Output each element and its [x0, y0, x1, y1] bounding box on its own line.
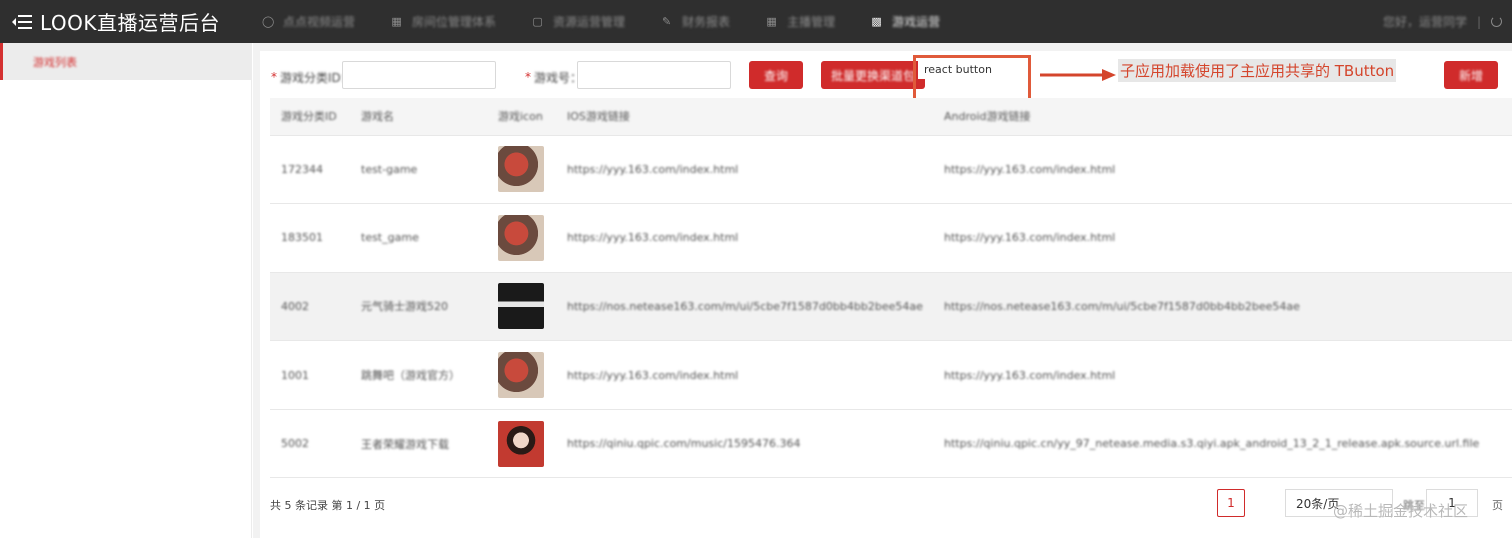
cell-name: 王者荣耀游戏下载 [350, 409, 487, 479]
game-icon-image [498, 283, 544, 330]
cell-id: 183501 [270, 203, 350, 273]
nav-item-resource-ops[interactable]: ▢ 资源运营管理 [532, 13, 625, 30]
watermark: @稀土掘金技术社区 [1333, 502, 1469, 520]
sidebar-item-label: 游戏列表 [33, 55, 77, 69]
main-nav: ◯ 点点视频运营 ▦ 房间位管理体系 ▢ 资源运营管理 ✎ 财务报表 ▦ 主播管… [262, 0, 976, 43]
table-row[interactable]: 172344 test-game https://yyy.163.com/ind… [270, 135, 1512, 205]
top-navigation-bar: LOOK直播运营后台 ◯ 点点视频运营 ▦ 房间位管理体系 ▢ 资源运营管理 ✎… [0, 0, 1512, 43]
user-greeting[interactable]: 您好，运营同学 [1383, 13, 1467, 30]
grid-icon: ▦ [766, 15, 777, 28]
table-row[interactable]: 4002 元气骑士游戏520 https://nos.netease163.co… [270, 272, 1512, 342]
goto-unit: 页 [1492, 499, 1503, 512]
logout-icon[interactable] [1491, 16, 1502, 27]
game-icon-image [498, 352, 544, 399]
cell-icon [487, 135, 556, 205]
cell-icon [487, 409, 556, 479]
field1-label: * 游戏分类ID： [271, 70, 353, 85]
pagination-total: 共 5 条记录 第 1 / 1 页 [270, 499, 386, 512]
sidebar: 游戏列表 [0, 43, 252, 538]
annotation-arrow-icon [1040, 69, 1116, 81]
col-game-name: 游戏名 [350, 98, 487, 136]
table-row[interactable]: 1001 跳舞吧（游戏官方） https://yyy.163.com/index… [270, 340, 1512, 410]
nav-item-game-ops[interactable]: ▩ 游戏运营 [871, 13, 940, 30]
cell-android: https://yyy.163.com/index.html [933, 340, 1512, 410]
table-row[interactable]: 183501 test_game https://yyy.163.com/ind… [270, 203, 1512, 273]
nav-item-finance[interactable]: ✎ 财务报表 [661, 13, 730, 30]
table-header-row: 游戏分类ID 游戏名 游戏icon IOS游戏链接 Android游戏链接 [270, 98, 1512, 136]
nav-item-video-ops[interactable]: ◯ 点点视频运营 [262, 13, 355, 30]
cell-android: https://yyy.163.com/index.html [933, 135, 1512, 205]
add-button[interactable]: 新增 [1444, 61, 1498, 89]
grid-icon: ▦ [391, 15, 402, 28]
user-area: 您好，运营同学 | [1383, 0, 1512, 43]
cell-android: https://yyy.163.com/index.html [933, 203, 1512, 273]
annotation-text: 子应用加载使用了主应用共享的 TButton [1118, 59, 1397, 82]
game-number-input[interactable] [577, 61, 731, 89]
nav-item-anchor[interactable]: ▦ 主播管理 [766, 13, 835, 30]
cell-ios: https://qiniu.qpic.com/music/1595476.364 [556, 409, 933, 479]
cell-id: 4002 [270, 272, 350, 342]
main-content: * 游戏分类ID： * 游戏号： 查询 批量更换渠道包 react button 子… [253, 43, 1512, 538]
nav-item-room-system[interactable]: ▦ 房间位管理体系 [391, 13, 496, 30]
game-category-id-input[interactable] [342, 61, 496, 89]
brand: LOOK直播运营后台 [12, 0, 220, 43]
cell-id: 5002 [270, 409, 350, 479]
col-category-id: 游戏分类ID [270, 98, 350, 136]
cell-name: 跳舞吧（游戏官方） [350, 340, 487, 410]
cell-ios: https://yyy.163.com/index.html [556, 203, 933, 273]
cell-icon [487, 272, 556, 342]
cell-android: https://nos.netease163.com/m/ui/5cbe7f15… [933, 272, 1512, 342]
game-icon-image [498, 420, 544, 467]
menu-fold-icon[interactable] [12, 14, 32, 30]
col-game-icon: 游戏icon [487, 98, 556, 136]
cell-ios: https://nos.netease163.com/m/ui/5cbe7f15… [556, 272, 933, 342]
cell-ios: https://yyy.163.com/index.html [556, 135, 933, 205]
col-android-link: Android游戏链接 [933, 98, 1512, 136]
table-row[interactable]: 5002 王者荣耀游戏下载 https://qiniu.qpic.com/mus… [270, 409, 1512, 479]
react-button[interactable]: react button [918, 59, 1023, 79]
cell-icon [487, 203, 556, 273]
cell-name: 元气骑士游戏520 [350, 272, 487, 342]
cell-id: 1001 [270, 340, 350, 410]
page-number-button[interactable]: 1 [1217, 489, 1245, 517]
cell-ios: https://yyy.163.com/index.html [556, 340, 933, 410]
game-table: 游戏分类ID 游戏名 游戏icon IOS游戏链接 Android游戏链接 17… [270, 98, 1512, 479]
game-icon-image [498, 146, 544, 193]
app-title: LOOK直播运营后台 [40, 11, 221, 35]
edit-icon: ✎ [661, 15, 672, 28]
chart-icon: ▢ [532, 15, 543, 28]
cell-android: https://qiniu.qpic.cn/yy_97_netease.medi… [933, 409, 1512, 479]
content-panel: * 游戏分类ID： * 游戏号： 查询 批量更换渠道包 react button 子… [260, 51, 1512, 538]
cell-icon [487, 340, 556, 410]
cell-name: test-game [350, 135, 487, 205]
shield-icon: ◯ [262, 15, 275, 28]
sidebar-item-game-list[interactable]: 游戏列表 [0, 43, 252, 80]
game-icon-image [498, 214, 544, 261]
cell-id: 172344 [270, 135, 350, 205]
col-ios-link: IOS游戏链接 [556, 98, 933, 136]
batch-replace-button[interactable]: 批量更换渠道包 [821, 61, 925, 89]
user-separator: | [1476, 14, 1481, 29]
query-button[interactable]: 查询 [749, 61, 803, 89]
field2-label: * 游戏号： [525, 70, 583, 85]
cell-name: test_game [350, 203, 487, 273]
apps-icon: ▩ [871, 15, 882, 28]
